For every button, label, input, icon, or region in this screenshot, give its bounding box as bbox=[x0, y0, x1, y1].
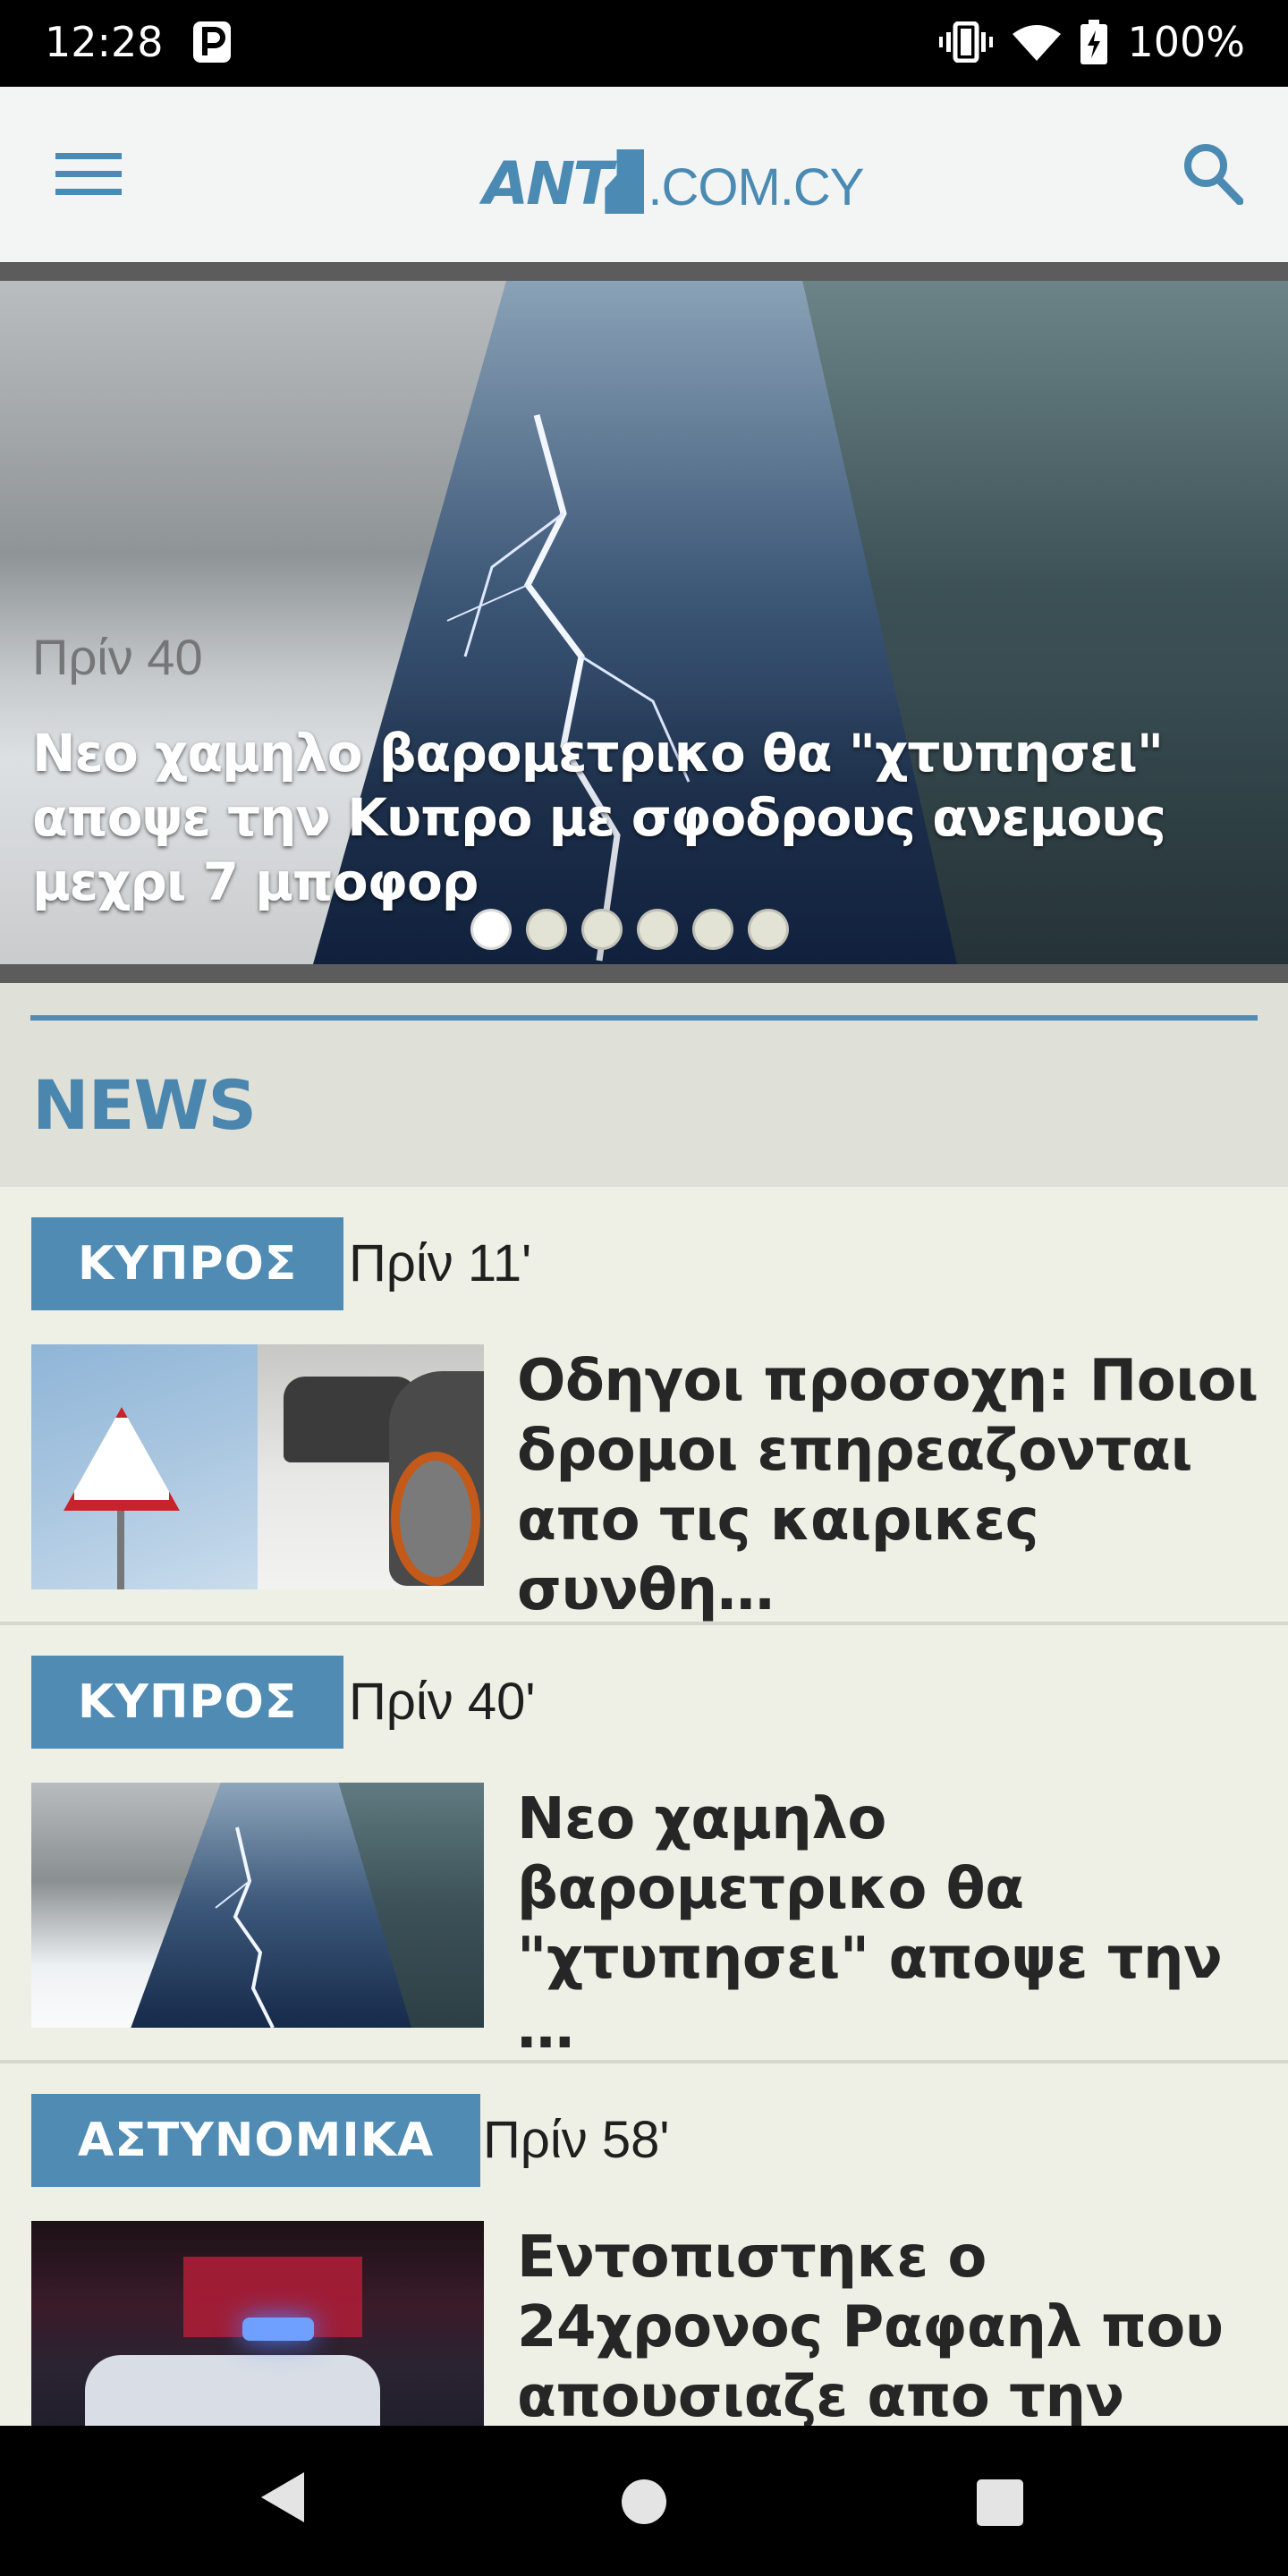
hero-title[interactable]: Νεο χαμηλο βαρομετρικο θα "χτυπησει" απο… bbox=[32, 721, 1267, 914]
hero-time: Πρίν 40 bbox=[32, 629, 203, 685]
news-thumbnail bbox=[31, 1783, 484, 2028]
news-item[interactable]: ΚΥΠΡΟΣ Πρίν 40' Νεο χαμηλο βαρομετρικο θ… bbox=[0, 1625, 1288, 2063]
battery-charging-icon bbox=[1080, 20, 1108, 64]
menu-icon[interactable] bbox=[55, 151, 122, 198]
app-header: ANT .COM.CY bbox=[0, 87, 1288, 262]
news-item[interactable]: ΚΥΠΡΟΣ Πρίν 11' Οδηγοι προσοχη: Ποιοι δρ… bbox=[0, 1187, 1288, 1625]
recents-icon[interactable] bbox=[977, 2479, 1023, 2526]
carousel-dot[interactable] bbox=[581, 909, 623, 950]
carousel-dot[interactable] bbox=[748, 909, 789, 950]
carousel-dots bbox=[470, 909, 789, 950]
vibrate-icon bbox=[939, 21, 994, 63]
back-icon[interactable] bbox=[259, 2470, 306, 2524]
carousel-dot[interactable] bbox=[526, 909, 567, 950]
wifi-icon bbox=[1013, 25, 1062, 61]
item-time: Πρίν 40' bbox=[349, 1673, 536, 1731]
logo-main: ANT bbox=[483, 149, 613, 218]
home-icon[interactable] bbox=[622, 2479, 666, 2524]
section-title: NEWS bbox=[32, 1065, 257, 1145]
search-icon[interactable] bbox=[1182, 142, 1243, 205]
parking-app-icon bbox=[193, 21, 231, 63]
system-nav-bar bbox=[0, 2426, 1288, 2576]
category-badge[interactable]: ΚΥΠΡΟΣ bbox=[31, 1656, 344, 1749]
ant1-logo[interactable]: ANT .COM.CY bbox=[483, 139, 864, 218]
carousel-dot[interactable] bbox=[637, 909, 678, 950]
status-icons: 100% bbox=[939, 18, 1245, 66]
carousel-dot[interactable] bbox=[692, 909, 733, 950]
news-section-header: NEWS bbox=[0, 983, 1288, 1187]
hero-slide[interactable]: Πρίν 40 Νεο χαμηλο βαρομετρικο θα "χτυπη… bbox=[0, 281, 1288, 964]
news-item[interactable]: ΑΣΤΥΝΟΜΙΚΑ Πρίν 58' Εντοπιστηκε ο 24χρον… bbox=[0, 2063, 1288, 2426]
status-time: 12:28 bbox=[45, 18, 164, 66]
item-time: Πρίν 11' bbox=[349, 1234, 532, 1292]
news-title[interactable]: Εντοπιστηκε ο 24χρονος Ραφαηλ που απουσι… bbox=[517, 2223, 1268, 2426]
news-title[interactable]: Οδηγοι προσοχη: Ποιοι δρομοι επηρεαζοντα… bbox=[517, 1346, 1268, 1625]
news-title[interactable]: Νεο χαμηλο βαρομετρικο θα "χτυπησει" απο… bbox=[517, 1784, 1268, 2063]
carousel-dot[interactable] bbox=[470, 909, 512, 950]
news-thumbnail bbox=[31, 2221, 484, 2426]
battery-level: 100% bbox=[1127, 18, 1245, 66]
logo-one-shape bbox=[605, 149, 645, 214]
category-badge[interactable]: ΚΥΠΡΟΣ bbox=[31, 1217, 344, 1310]
news-thumbnail bbox=[31, 1344, 484, 1589]
status-bar: 12:28 100% bbox=[0, 0, 1288, 87]
news-list: ΚΥΠΡΟΣ Πρίν 11' Οδηγοι προσοχη: Ποιοι δρ… bbox=[0, 1187, 1288, 2426]
category-badge[interactable]: ΑΣΤΥΝΟΜΙΚΑ bbox=[31, 2094, 481, 2187]
item-time: Πρίν 58' bbox=[483, 2111, 670, 2169]
section-divider bbox=[30, 1015, 1258, 1021]
logo-domain: .COM.CY bbox=[648, 158, 864, 216]
